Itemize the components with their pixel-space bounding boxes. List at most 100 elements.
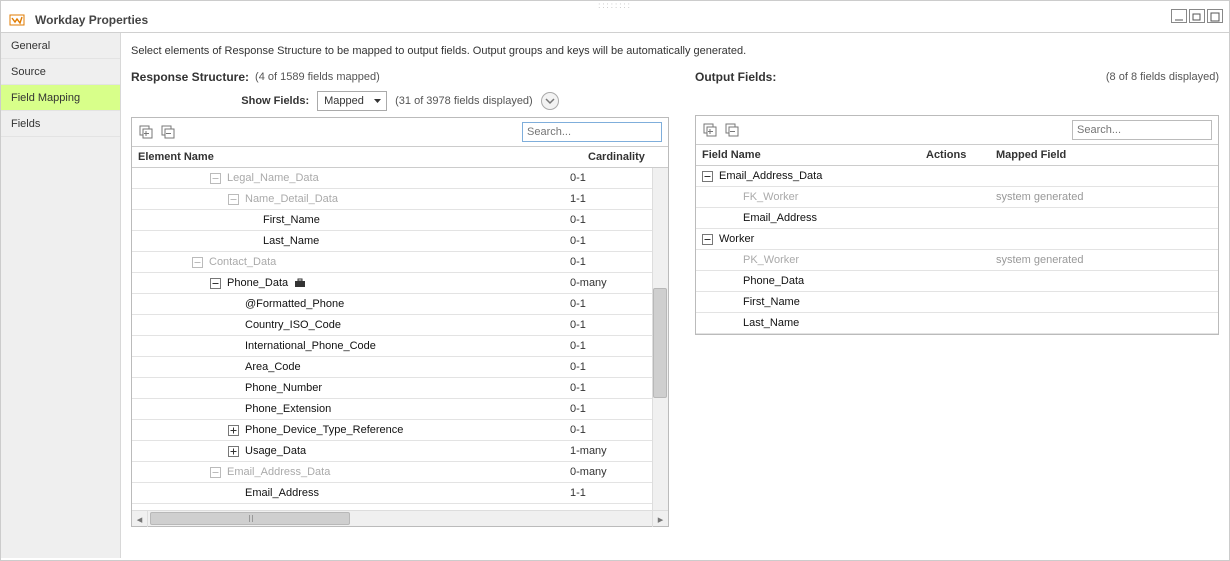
sidebar-item-general[interactable]: General — [1, 33, 120, 59]
cardinality-value: 0-1 — [570, 340, 650, 352]
col-mapped-field: Mapped Field — [996, 149, 1218, 161]
field-label: Last_Name — [743, 317, 799, 329]
show-fields-select[interactable]: Mapped — [317, 91, 387, 111]
minus-icon[interactable] — [702, 171, 713, 182]
minimize-button[interactable] — [1171, 9, 1187, 23]
cardinality-value: 0-1 — [570, 361, 650, 373]
tree-row[interactable]: Usage_Data 1-many — [132, 441, 668, 462]
output-row[interactable]: FK_Worker system generated — [696, 187, 1218, 208]
output-row[interactable]: Email_Address_Data — [696, 166, 1218, 187]
element-label: Phone_Number — [245, 382, 322, 394]
tree-row[interactable]: Email_Address_Data0-many — [132, 462, 668, 483]
expand-all-icon[interactable] — [700, 120, 720, 140]
cardinality-value: 0-1 — [570, 424, 650, 436]
cardinality-value: 0-1 — [570, 298, 650, 310]
sidebar-item-field-mapping[interactable]: Field Mapping — [1, 85, 120, 111]
minus-icon[interactable] — [210, 278, 221, 289]
element-label: Phone_Data — [227, 277, 288, 289]
minus-icon[interactable] — [192, 257, 203, 268]
cardinality-value: 0-1 — [570, 403, 650, 415]
output-fields-label: Output Fields: — [695, 70, 776, 84]
plus-icon[interactable] — [228, 425, 239, 436]
cardinality-value: 1-1 — [570, 487, 650, 499]
horizontal-scrollbar[interactable]: ◂ ▸ — [132, 510, 668, 526]
output-row[interactable]: Email_Address — [696, 208, 1218, 229]
col-actions: Actions — [926, 149, 996, 161]
field-label: Worker — [719, 233, 754, 245]
minus-icon[interactable] — [210, 467, 221, 478]
tree-row[interactable]: Last_Name0-1 — [132, 231, 668, 252]
tree-row[interactable]: Phone_Data0-many — [132, 273, 668, 294]
window-title: Workday Properties — [35, 13, 148, 27]
col-element-name: Element Name — [132, 151, 588, 163]
restore-button[interactable] — [1189, 9, 1205, 23]
tree-row[interactable]: @Formatted_Phone0-1 — [132, 294, 668, 315]
output-row[interactable]: Last_Name — [696, 313, 1218, 334]
field-label: Email_Address — [743, 212, 817, 224]
cardinality-value: 1-many — [570, 445, 650, 457]
toggle-collapse-button[interactable] — [541, 92, 559, 110]
element-label: Email_Address — [245, 487, 319, 499]
col-field-name: Field Name — [696, 149, 926, 161]
sidebar-item-source[interactable]: Source — [1, 59, 120, 85]
displayed-summary: (31 of 3978 fields displayed) — [395, 95, 533, 107]
scroll-right-icon[interactable]: ▸ — [652, 511, 668, 527]
chevron-down-icon — [373, 97, 382, 106]
tree-row[interactable]: Phone_Device_Type_Reference0-1 — [132, 420, 668, 441]
element-label: Contact_Data — [209, 256, 276, 268]
field-label: First_Name — [743, 296, 800, 308]
tree-row[interactable]: Phone_Extension0-1 — [132, 399, 668, 420]
response-search-input[interactable] — [522, 122, 662, 142]
element-label: Area_Code — [245, 361, 301, 373]
maximize-button[interactable] — [1207, 9, 1223, 23]
tree-row[interactable]: Country_ISO_Code0-1 — [132, 315, 668, 336]
element-label: Usage_Data — [245, 445, 306, 457]
output-row[interactable]: Worker — [696, 229, 1218, 250]
mapped-field-value: system generated — [996, 254, 1218, 266]
description-text: Select elements of Response Structure to… — [131, 45, 1219, 57]
field-label: PK_Worker — [743, 254, 799, 266]
response-tree-panel: Element Name Cardinality Legal_Name_Data… — [131, 117, 669, 527]
scroll-left-icon[interactable]: ◂ — [132, 511, 148, 527]
suitcase-icon — [294, 278, 306, 288]
cardinality-value: 0-1 — [570, 235, 650, 247]
plus-icon[interactable] — [228, 446, 239, 457]
element-label: Legal_Name_Data — [227, 172, 319, 184]
tree-row[interactable]: Legal_Name_Data 0-1 — [132, 168, 668, 189]
field-label: FK_Worker — [743, 191, 798, 203]
collapse-all-icon[interactable] — [722, 120, 742, 140]
hscroll-thumb[interactable] — [150, 512, 350, 525]
output-panel: Field Name Actions Mapped Field Email_Ad… — [695, 115, 1219, 335]
scrollbar-thumb[interactable] — [653, 288, 667, 398]
minus-icon[interactable] — [702, 234, 713, 245]
minus-icon[interactable] — [210, 173, 221, 184]
collapse-all-icon[interactable] — [158, 122, 178, 142]
app-icon — [9, 12, 25, 28]
sidebar: GeneralSourceField MappingFields — [1, 33, 121, 558]
show-fields-value: Mapped — [324, 95, 364, 107]
tree-row[interactable]: Name_Detail_Data1-1 — [132, 189, 668, 210]
tree-row[interactable]: Phone_Number0-1 — [132, 378, 668, 399]
tree-row[interactable]: Contact_Data0-1 — [132, 252, 668, 273]
cardinality-value: 0-1 — [570, 172, 650, 184]
mapped-summary: (4 of 1589 fields mapped) — [255, 71, 380, 83]
tree-row[interactable]: First_Name 0-1 — [132, 210, 668, 231]
mapped-field-value: system generated — [996, 191, 1218, 203]
output-row[interactable]: First_Name — [696, 292, 1218, 313]
titlebar: Workday Properties — [1, 7, 1229, 33]
tree-row[interactable]: Area_Code 0-1 — [132, 357, 668, 378]
minus-icon[interactable] — [228, 194, 239, 205]
vertical-scrollbar[interactable] — [652, 168, 668, 510]
element-label: International_Phone_Code — [245, 340, 376, 352]
output-displayed-summary: (8 of 8 fields displayed) — [1106, 71, 1219, 83]
tree-row[interactable]: International_Phone_Code 0-1 — [132, 336, 668, 357]
sidebar-item-fields[interactable]: Fields — [1, 111, 120, 137]
output-row[interactable]: Phone_Data — [696, 271, 1218, 292]
element-label: First_Name — [263, 214, 320, 226]
expand-all-icon[interactable] — [136, 122, 156, 142]
output-search-input[interactable] — [1072, 120, 1212, 140]
tree-row[interactable]: Email_Address 1-1 — [132, 483, 668, 504]
output-row[interactable]: PK_Worker system generated — [696, 250, 1218, 271]
cardinality-value: 0-1 — [570, 214, 650, 226]
field-label: Phone_Data — [743, 275, 804, 287]
